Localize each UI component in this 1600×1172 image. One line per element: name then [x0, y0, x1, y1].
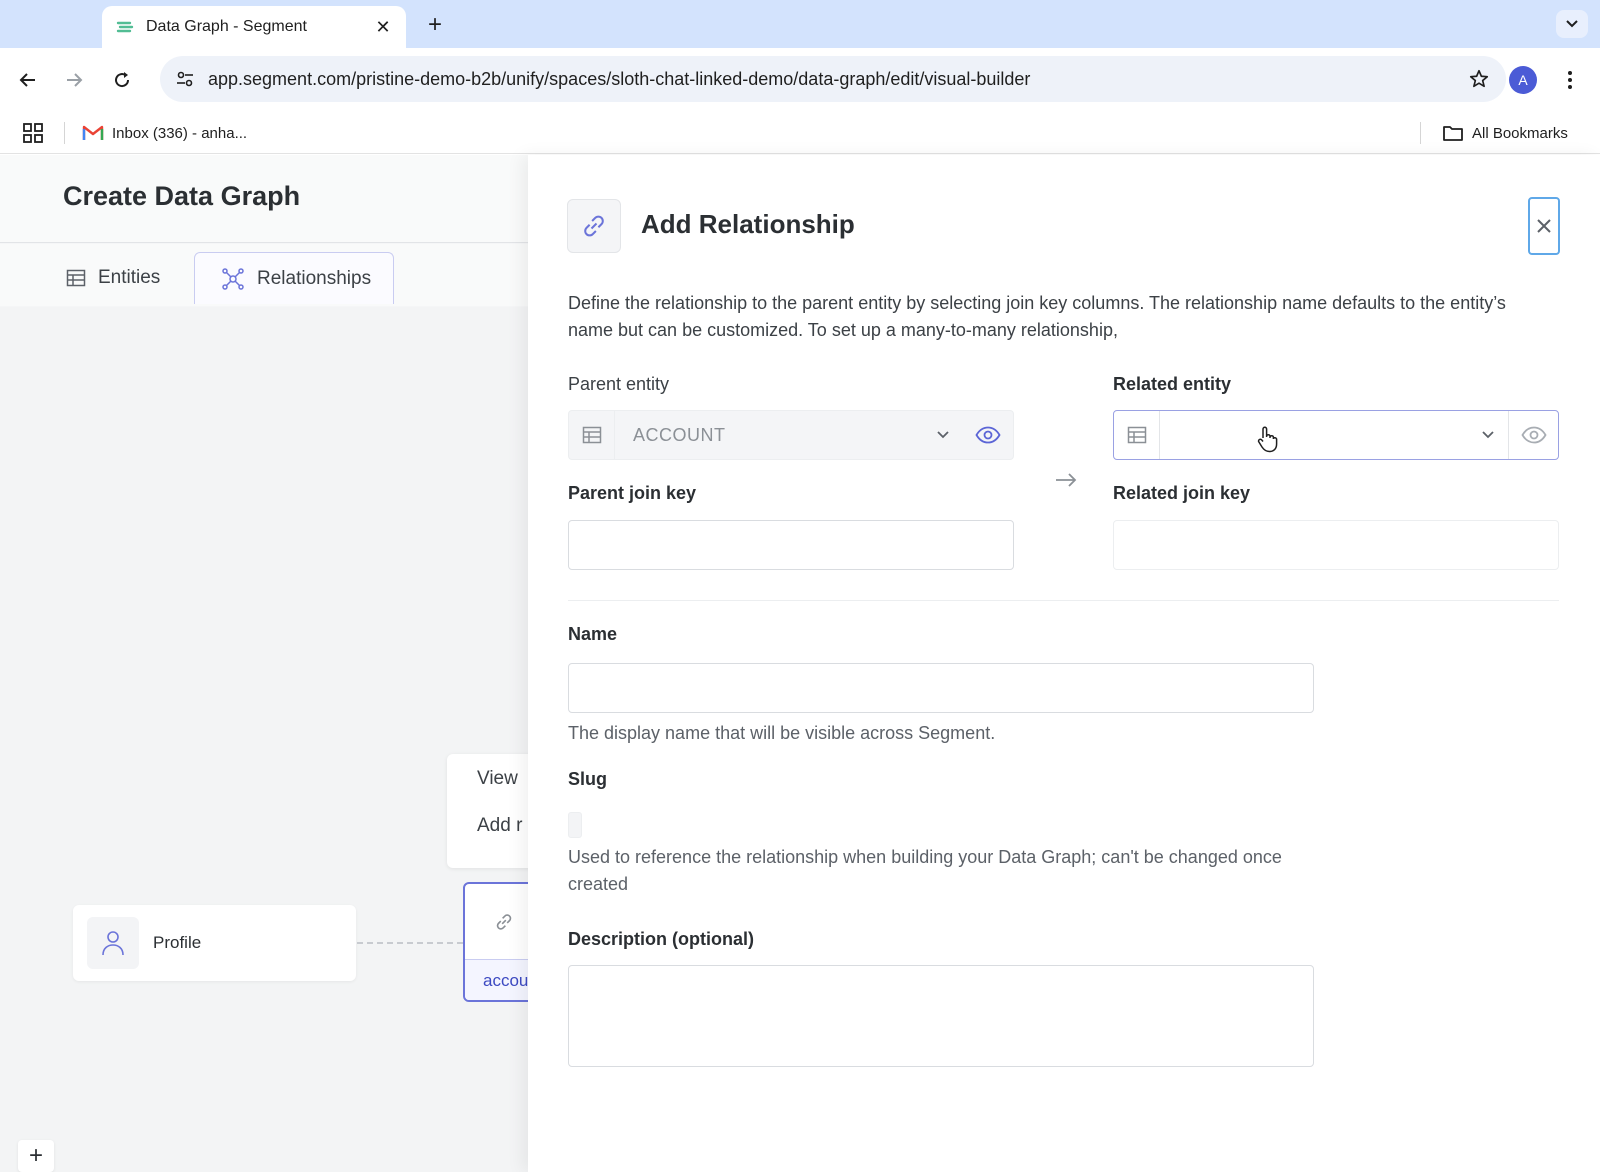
chevron-down-icon[interactable] — [1556, 10, 1588, 38]
zoom-in-button[interactable]: + — [18, 1140, 54, 1172]
panel-title: Add Relationship — [641, 209, 855, 239]
forward-arrow-icon[interactable] — [56, 62, 92, 98]
edge-connector — [357, 942, 463, 944]
slug-value — [568, 812, 582, 838]
tab-entities[interactable]: Entities — [40, 252, 182, 304]
chevron-down-icon — [1468, 430, 1508, 440]
context-menu: View Add r — [447, 754, 537, 868]
add-relationship-panel: Add Relationship Define the relationship… — [528, 155, 1600, 1172]
parent-join-key-input[interactable] — [568, 520, 1014, 570]
eye-icon[interactable] — [1508, 411, 1558, 459]
tab-entities-label: Entities — [98, 267, 161, 288]
url-text: app.segment.com/pristine-demo-b2b/unify/… — [208, 68, 1031, 89]
all-bookmarks-label: All Bookmarks — [1472, 124, 1568, 142]
close-icon[interactable]: ✕ — [372, 17, 394, 38]
star-icon[interactable] — [1466, 66, 1492, 92]
all-bookmarks[interactable]: All Bookmarks — [1442, 120, 1568, 146]
related-entity-label: Related entity — [1113, 374, 1232, 394]
folder-icon — [1443, 126, 1463, 141]
plus-icon[interactable]: + — [420, 10, 450, 40]
related-join-key-input[interactable] — [1113, 520, 1559, 570]
related-entity-select[interactable] — [1113, 410, 1559, 460]
context-menu-add[interactable]: Add r — [477, 815, 522, 837]
bookmark-inbox-label: Inbox (336) - anha... — [112, 124, 248, 142]
apps-grid-icon[interactable] — [22, 122, 44, 144]
tab-relationships[interactable]: Relationships — [194, 252, 395, 304]
link-icon — [496, 913, 512, 930]
related-join-key-label: Related join key — [1113, 483, 1251, 503]
description-label: Description (optional) — [568, 929, 754, 949]
bookmarks-divider — [1420, 122, 1421, 144]
bookmark-inbox[interactable]: Inbox (336) - anha... — [82, 120, 247, 146]
tab-title: Data Graph - Segment — [146, 18, 307, 35]
parent-join-key-label: Parent join key — [568, 483, 697, 503]
browser-tab-active[interactable]: Data Graph - Segment ✕ — [102, 6, 406, 48]
network-icon — [222, 267, 244, 290]
parent-entity-value: ACCOUNT — [633, 424, 726, 445]
browser-tabstrip: Data Graph - Segment ✕ + — [0, 0, 1600, 48]
panel-description: Define the relationship to the parent en… — [568, 293, 1506, 340]
close-panel-button[interactable] — [1528, 197, 1560, 255]
plus-icon: + — [28, 1142, 43, 1169]
slug-help-text: Used to reference the relationship when … — [568, 847, 1282, 894]
tune-icon[interactable] — [174, 68, 196, 90]
section-divider — [568, 600, 1559, 601]
address-bar[interactable]: app.segment.com/pristine-demo-b2b/unify/… — [160, 56, 1506, 102]
parent-entity-label: Parent entity — [568, 374, 670, 394]
segment-favicon — [114, 16, 136, 38]
name-input[interactable] — [568, 663, 1314, 713]
user-icon — [87, 917, 139, 969]
name-help-text: The display name that will be visible ac… — [568, 723, 996, 743]
back-arrow-icon[interactable] — [10, 62, 46, 98]
eye-icon[interactable] — [963, 411, 1013, 459]
avatar[interactable]: A — [1509, 66, 1537, 94]
page-header: Create Data Graph — [0, 155, 528, 243]
page-title: Create Data Graph — [63, 181, 301, 211]
profile-node-label: Profile — [153, 933, 202, 952]
bookmarks-divider — [64, 122, 65, 144]
bookmarks-bar: Inbox (336) - anha... All Bookmarks — [0, 112, 1600, 154]
profile-node[interactable]: Profile — [73, 905, 356, 981]
close-icon — [1537, 219, 1551, 233]
chevron-down-icon — [923, 430, 963, 440]
arrow-right-icon — [1056, 473, 1077, 487]
context-menu-view[interactable]: View — [477, 768, 518, 790]
parent-entity-select[interactable]: ACCOUNT — [568, 410, 1014, 460]
link-icon — [567, 199, 621, 253]
browser-toolbar: app.segment.com/pristine-demo-b2b/unify/… — [0, 48, 1600, 112]
graph-canvas[interactable]: View Add r Profile accou — [0, 307, 543, 1172]
gmail-icon — [82, 125, 104, 140]
table-icon — [569, 411, 615, 459]
table-icon — [1114, 411, 1160, 459]
description-textarea[interactable] — [568, 965, 1314, 1067]
reload-icon[interactable] — [104, 62, 140, 98]
table-icon — [66, 269, 86, 287]
page-tabs: Entities Relationships — [0, 244, 528, 306]
name-label: Name — [568, 624, 618, 644]
more-vert-icon[interactable] — [1558, 66, 1582, 94]
tab-relationships-label: Relationships — [257, 267, 372, 289]
slug-label: Slug — [568, 769, 607, 789]
